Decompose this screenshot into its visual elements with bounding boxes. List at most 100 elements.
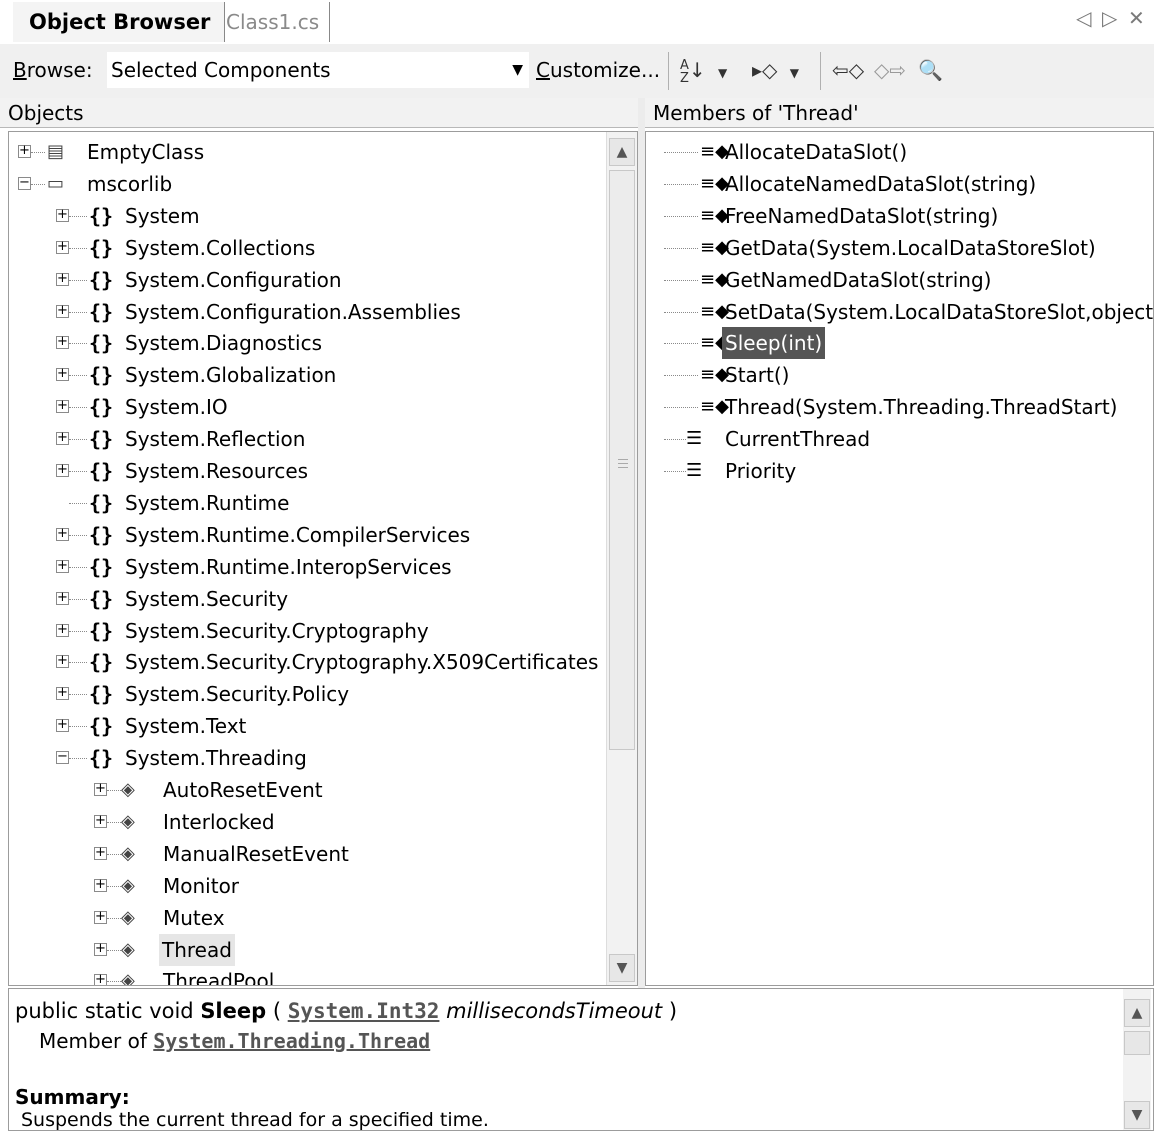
- member-item[interactable]: ☰ Priority: [646, 455, 1151, 487]
- member-item[interactable]: ≡◆ AllocateNamedDataSlot(string): [646, 168, 1151, 200]
- project-icon: ▤: [47, 141, 65, 162]
- tree-node-namespace[interactable]: + {} System.Text: [9, 710, 599, 742]
- namespace-icon: {}: [89, 235, 114, 260]
- expander-icon[interactable]: +: [94, 878, 107, 892]
- expander-icon[interactable]: +: [56, 335, 69, 350]
- expander-icon[interactable]: +: [94, 814, 107, 828]
- tree-node-namespace[interactable]: + {} System.Runtime.CompilerServices: [9, 519, 599, 551]
- tree-node-class[interactable]: + ◈ Monitor: [9, 870, 599, 902]
- expander-icon[interactable]: +: [18, 144, 31, 158]
- tab-object-browser[interactable]: Object Browser: [13, 2, 226, 42]
- expander-icon[interactable]: +: [56, 591, 69, 605]
- tree-node-class[interactable]: + ◈ ManualResetEvent: [9, 838, 599, 870]
- tree-node-namespace[interactable]: + {} System.Diagnostics: [9, 327, 599, 359]
- expander-icon[interactable]: +: [56, 304, 69, 318]
- tree-node-namespace[interactable]: + {} System.Collections: [9, 232, 599, 264]
- tree-node-namespace[interactable]: + {} System.Security.Cryptography.X509Cert…: [9, 646, 599, 678]
- tree-node-emptyclass[interactable]: + ▤ EmptyClass: [9, 136, 599, 168]
- member-item[interactable]: ≡◆ SetData(System.LocalDataStoreSlot,obje…: [646, 296, 1153, 328]
- expander-icon[interactable]: +: [56, 718, 69, 733]
- param-type-link[interactable]: System.Int32: [288, 999, 440, 1023]
- member-item[interactable]: ≡◆ Thread(System.Threading.ThreadStart): [646, 391, 1151, 423]
- desc-scroll-down-arrow-icon[interactable]: ▼: [1124, 1101, 1150, 1129]
- scroll-up-arrow-icon[interactable]: ▲: [609, 138, 635, 166]
- tab-scroll-left-icon[interactable]: ◁: [1076, 6, 1091, 30]
- tree-node-namespace[interactable]: + {} System.Security: [9, 583, 599, 615]
- member-of-label: Member of: [39, 1029, 154, 1053]
- expander-icon[interactable]: +: [94, 782, 107, 796]
- dropdown-arrow-icon[interactable]: ▼: [512, 52, 523, 88]
- tree-node-namespace[interactable]: + {} System.Resources: [9, 455, 599, 487]
- expander-icon[interactable]: +: [94, 973, 107, 985]
- expander-icon[interactable]: −: [18, 176, 31, 190]
- group-by-type-button[interactable]: ▸◇ ▼: [752, 54, 799, 86]
- navigate-forward-icon[interactable]: ◇⇨: [874, 54, 906, 86]
- pane-splitter[interactable]: [638, 98, 645, 988]
- tree-node-namespace[interactable]: + {} System.Security.Cryptography: [9, 615, 599, 647]
- tree-node-class[interactable]: + ◈ Interlocked: [9, 806, 599, 838]
- member-item[interactable]: ≡◆ FreeNamedDataSlot(string): [646, 200, 1151, 232]
- close-tab-icon[interactable]: ✕: [1128, 6, 1145, 30]
- expander-icon[interactable]: −: [56, 750, 69, 765]
- expander-icon[interactable]: +: [56, 559, 69, 573]
- tree-node-namespace[interactable]: + {} System.Runtime.InteropServices: [9, 551, 599, 583]
- tree-node-namespace[interactable]: + {} System.Reflection: [9, 423, 599, 455]
- tree-node-namespace[interactable]: + {} System.Configuration: [9, 264, 599, 296]
- sort-alphabetical-button[interactable]: A Z↓ ▼: [680, 54, 727, 86]
- member-item[interactable]: ≡◆ Start(): [646, 359, 1151, 391]
- group-dropdown-arrow-icon[interactable]: ▼: [790, 66, 799, 80]
- member-item[interactable]: ≡◆ GetData(System.LocalDataStoreSlot): [646, 232, 1151, 264]
- property-icon: ☰: [686, 460, 703, 481]
- tree-node-namespace[interactable]: + {} System.IO: [9, 391, 599, 423]
- expander-icon[interactable]: +: [56, 367, 69, 382]
- member-item[interactable]: ≡◆ AllocateDataSlot(): [646, 136, 1151, 168]
- tree-node-class[interactable]: + ◈ Mutex: [9, 902, 599, 934]
- tree-line: [69, 247, 87, 249]
- expander-icon[interactable]: +: [56, 463, 69, 477]
- tree-node-namespace[interactable]: − {} System.Threading: [9, 742, 599, 774]
- scroll-down-arrow-icon[interactable]: ▼: [609, 954, 635, 982]
- expander-icon[interactable]: +: [56, 399, 69, 414]
- objects-scrollbar[interactable]: ▲ ▼: [606, 132, 637, 985]
- tab-scroll-right-icon[interactable]: ▷: [1102, 6, 1117, 30]
- expander-icon[interactable]: +: [56, 654, 69, 669]
- expander-icon[interactable]: +: [94, 910, 107, 924]
- expander-icon[interactable]: +: [56, 431, 69, 446]
- tree-node-namespace[interactable]: + {} System: [9, 200, 599, 232]
- desc-scrollbar-thumb[interactable]: [1124, 1031, 1150, 1055]
- tree-line: [69, 566, 87, 568]
- tree-node-mscorlib[interactable]: − ▭ mscorlib: [9, 168, 599, 200]
- find-symbol-icon[interactable]: 🔍: [918, 54, 943, 86]
- expander-icon[interactable]: +: [94, 942, 107, 956]
- expander-icon[interactable]: +: [56, 623, 69, 637]
- expander-icon[interactable]: +: [56, 686, 69, 701]
- tree-node-class[interactable]: + ◈ ThreadPool: [9, 965, 599, 985]
- member-label: AllocateNamedDataSlot(string): [725, 171, 1037, 196]
- expander-icon[interactable]: +: [56, 240, 69, 254]
- expander-icon[interactable]: +: [56, 272, 69, 286]
- scrollbar-thumb[interactable]: [609, 170, 635, 750]
- sort-dropdown-arrow-icon[interactable]: ▼: [718, 66, 727, 80]
- tree-node-class[interactable]: + ◈ Thread: [9, 933, 599, 966]
- expander-icon[interactable]: +: [56, 208, 69, 222]
- customize-button[interactable]: Customize...: [536, 58, 660, 82]
- tree-node-namespace[interactable]: + {} System.Globalization: [9, 359, 599, 391]
- tree-node-namespace[interactable]: + {} System.Configuration.Assemblies: [9, 296, 599, 328]
- objects-tree[interactable]: + ▤ EmptyClass − ▭ mscorlib + {} System + {} System…: [8, 131, 638, 986]
- expander-icon[interactable]: +: [56, 527, 69, 541]
- member-item[interactable]: ☰ CurrentThread: [646, 423, 1151, 455]
- tree-node-namespace[interactable]: + {} System.Security.Policy: [9, 678, 599, 710]
- members-list[interactable]: ≡◆ AllocateDataSlot() ≡◆ AllocateNamedDataS…: [645, 131, 1154, 986]
- tab-class1-cs[interactable]: Class1.cs: [222, 2, 331, 42]
- member-of-link[interactable]: System.Threading.Thread: [153, 1029, 430, 1053]
- desc-scroll-up-arrow-icon[interactable]: ▲: [1124, 999, 1150, 1027]
- tree-node-namespace[interactable]: {} System.Runtime: [9, 487, 599, 519]
- browse-scope-dropdown[interactable]: Selected Components ▼: [107, 52, 529, 88]
- navigate-back-icon[interactable]: ⇦◇: [832, 54, 864, 86]
- member-signature: public static void Sleep ( System.Int32 …: [15, 999, 677, 1023]
- member-item[interactable]: ≡◆ GetNamedDataSlot(string): [646, 264, 1151, 296]
- tree-node-class[interactable]: + ◈ AutoResetEvent: [9, 774, 599, 806]
- expander-icon[interactable]: +: [94, 846, 107, 860]
- description-scrollbar[interactable]: ▲ ▼: [1123, 989, 1151, 1130]
- member-item[interactable]: ≡◆ Sleep(int): [646, 327, 1151, 360]
